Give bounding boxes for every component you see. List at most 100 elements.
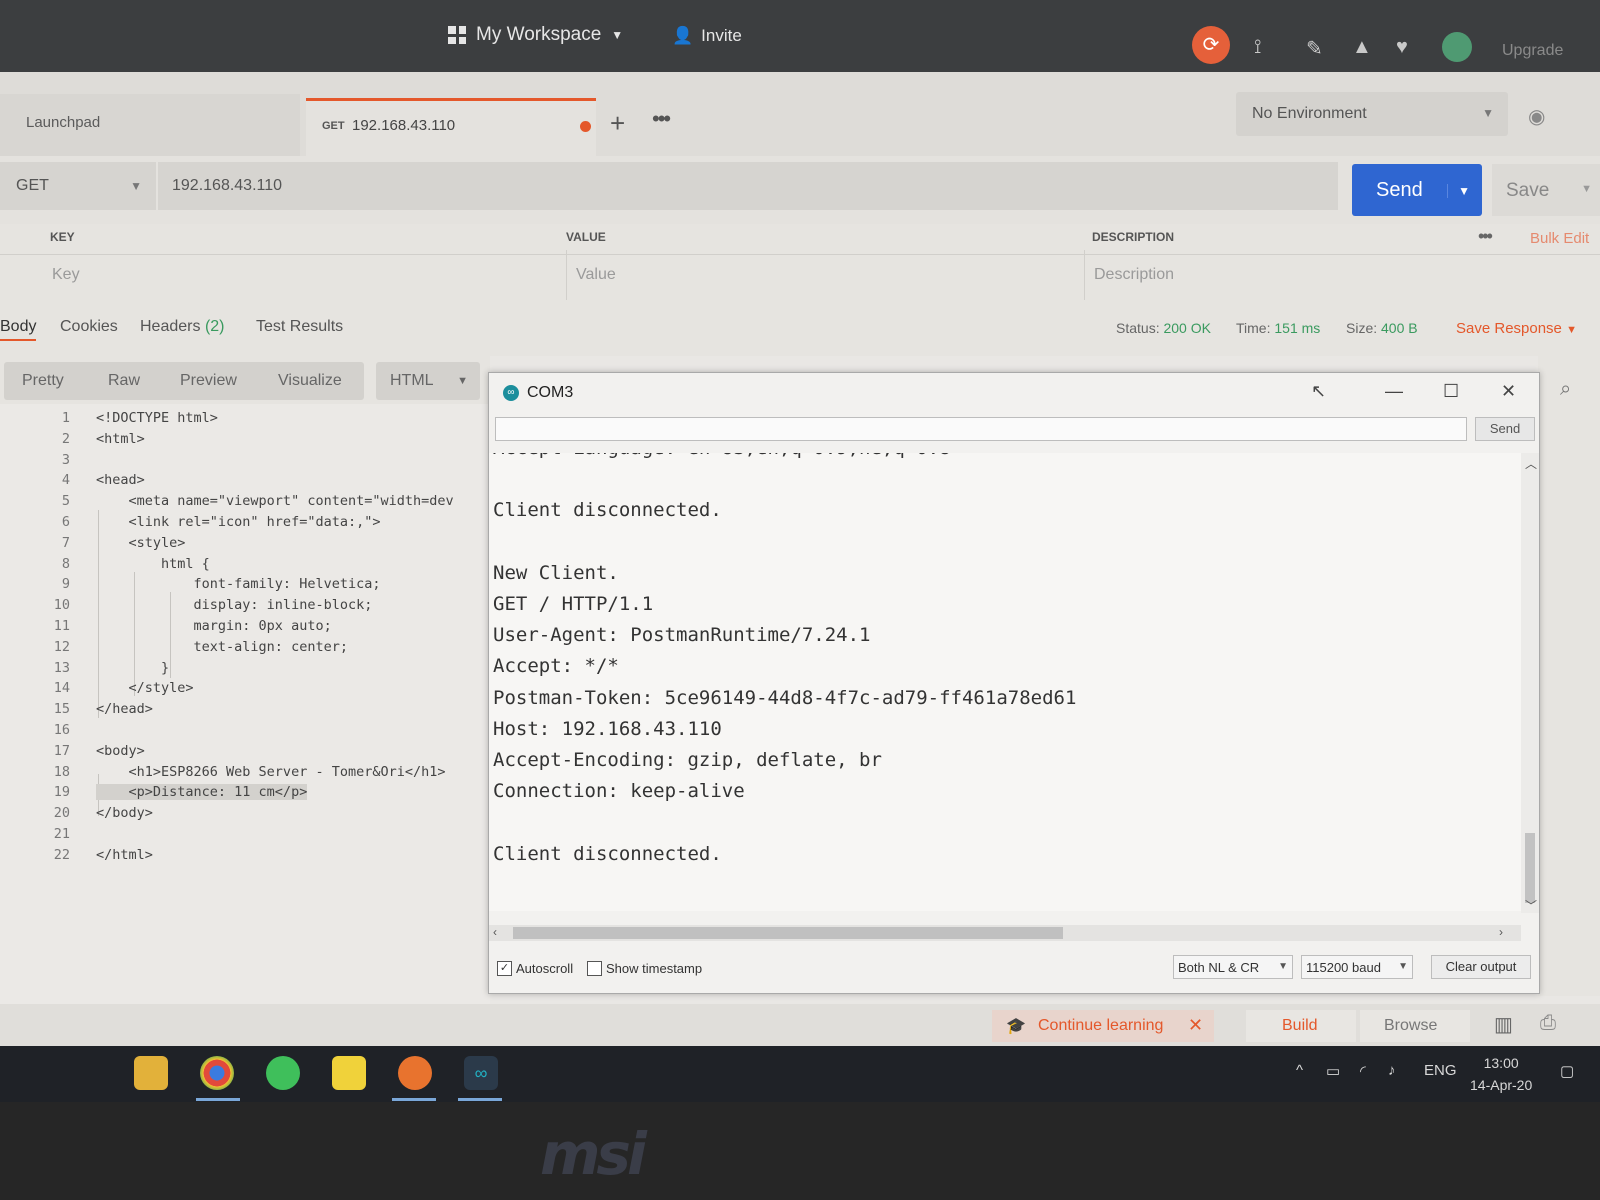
timestamp-checkbox[interactable]: Show timestamp [587,961,702,976]
build-button[interactable]: Build [1246,1010,1356,1042]
send-button[interactable]: Send ▼ [1352,164,1482,216]
bell-icon[interactable]: ▲ [1352,36,1372,59]
scrollbar-thumb[interactable] [1525,833,1535,903]
scroll-up-icon[interactable]: ︿ [1525,455,1537,472]
heart-icon[interactable]: ♥ [1396,36,1408,59]
line-number: 15 [53,701,70,718]
tab-body[interactable]: Body [0,318,37,341]
tab-request[interactable]: GET 192.168.43.110 [306,98,596,159]
more-tabs-icon[interactable]: ••• [652,106,671,132]
key-input[interactable]: Key [52,266,80,284]
chevron-down-icon[interactable]: ▼ [1447,184,1470,198]
language-label: HTML [390,372,434,389]
horizontal-scrollbar[interactable]: ‹ › [489,925,1521,941]
size-info: Size: 400 B [1346,320,1418,336]
sync-icon[interactable]: ⟳ [1192,26,1230,64]
divider [0,254,1600,255]
serial-input[interactable] [495,417,1467,441]
scroll-down-icon[interactable]: ﹀ [1525,897,1537,914]
environment-select[interactable]: No Environment ▼ [1236,92,1508,136]
line-ending-value: Both NL & CR [1178,960,1260,975]
two-pane-icon[interactable]: ▥ [1494,1012,1513,1037]
whatsapp-icon[interactable] [266,1056,300,1090]
baud-select[interactable]: 115200 baud ▼ [1301,955,1413,979]
new-tab-plus-icon[interactable]: + [610,108,625,139]
browse-button[interactable]: Browse [1360,1010,1470,1042]
environment-label: No Environment [1252,105,1367,122]
upgrade-button[interactable]: Upgrade [1502,42,1563,60]
laptop-screen: My Workspace ▼ 👤 Invite ⟳ ⟟ ✎ ▲ ♥ Upgrad… [0,0,1600,1100]
url-input[interactable]: 192.168.43.110 [158,162,1338,210]
search-icon[interactable]: ⌕ [1560,378,1571,401]
maximize-icon[interactable]: ☐ [1443,381,1459,402]
close-icon[interactable]: ✕ [1501,381,1516,402]
clear-output-button[interactable]: Clear output [1431,955,1531,979]
more-options-icon[interactable]: ••• [1478,226,1493,247]
wifi-icon[interactable]: ◜ [1360,1062,1366,1080]
avatar[interactable] [1442,32,1472,62]
wrench-icon[interactable]: ✎ [1306,36,1323,61]
serial-line: Connection: keep-alive [493,780,745,803]
notification-icon[interactable]: ▢ [1560,1062,1574,1080]
pen-app-icon[interactable] [398,1056,432,1090]
eye-icon[interactable]: ◉ [1528,104,1545,129]
continue-learning-label: Continue learning [1038,1017,1164,1034]
arduino-icon[interactable]: ∞ [464,1056,498,1090]
code-line: </head> [96,701,153,718]
scrollbar-thumb[interactable] [513,927,1063,939]
view-pretty[interactable]: Pretty [22,372,64,390]
workspace-label: My Workspace [476,24,602,45]
chevron-up-icon[interactable]: ^ [1296,1062,1303,1079]
status-info: Status: 200 OK [1116,320,1211,336]
view-visualize[interactable]: Visualize [278,372,342,390]
scroll-right-icon[interactable]: › [1499,925,1503,939]
minimize-icon[interactable]: — [1385,381,1403,402]
sticky-notes-icon[interactable] [332,1056,366,1090]
language-indicator[interactable]: ENG [1424,1062,1457,1079]
scroll-left-icon[interactable]: ‹ [493,925,497,939]
workspace-switcher[interactable]: My Workspace ▼ [448,24,623,46]
method-select[interactable]: GET ▼ [0,162,156,210]
status-value: 200 OK [1163,320,1211,336]
printer-icon[interactable]: ⎙ [1540,1012,1556,1035]
window-titlebar[interactable]: ∞ COM3 ↖ — ☐ ✕ [489,373,1539,413]
tab-headers[interactable]: Headers (2) [140,318,225,336]
view-preview[interactable]: Preview [180,372,237,390]
save-response-label: Save Response [1456,320,1562,337]
invite-button[interactable]: 👤 Invite [672,26,742,46]
view-raw[interactable]: Raw [108,372,140,390]
autoscroll-checkbox[interactable]: ✓ Autoscroll [497,961,573,976]
chevron-down-icon: ▼ [1398,961,1408,972]
code-line: </body> [96,805,153,822]
vertical-scrollbar[interactable]: ︿ ﹀ [1521,453,1539,913]
chrome-icon[interactable] [200,1056,234,1090]
serial-send-button[interactable]: Send [1475,417,1535,441]
clock[interactable]: 13:00 14-Apr-20 [1470,1052,1532,1096]
response-code-viewer: 1 <!DOCTYPE html> 2 <html> 3 4 <head> 5 <meta n… [0,404,490,1004]
invite-label: Invite [701,26,742,45]
description-input[interactable]: Description [1094,266,1174,284]
close-icon[interactable]: ✕ [1188,1015,1203,1036]
code-line: <p>Distance: 11 cm</p> [96,784,308,801]
tab-cookies[interactable]: Cookies [60,318,118,336]
tab-launchpad[interactable]: Launchpad [0,94,300,156]
line-ending-select[interactable]: Both NL & CR ▼ [1173,955,1293,979]
code-line: display: inline-block; [96,597,373,614]
serial-line: New Client. [493,561,619,584]
line-number: 11 [53,618,70,634]
cursor-icon: ↖ [1311,381,1327,401]
language-select[interactable]: HTML ▼ [376,362,480,400]
save-response-button[interactable]: Save Response ▼ [1456,320,1577,337]
battery-icon[interactable]: ▭ [1326,1062,1340,1080]
file-explorer-icon[interactable] [134,1056,168,1090]
save-button[interactable]: Save ▼ [1492,164,1600,216]
line-number: 17 [53,742,70,759]
tab-test-results[interactable]: Test Results [256,318,343,336]
chevron-down-icon[interactable]: ▼ [1581,183,1592,195]
bulk-edit-link[interactable]: Bulk Edit [1530,230,1589,247]
satellite-icon[interactable]: ⟟ [1254,36,1261,59]
volume-icon[interactable]: ♪ [1388,1062,1396,1079]
line-number: 20 [53,805,70,822]
value-input[interactable]: Value [576,266,616,284]
continue-learning-button[interactable]: 🎓 Continue learning ✕ [992,1010,1214,1042]
